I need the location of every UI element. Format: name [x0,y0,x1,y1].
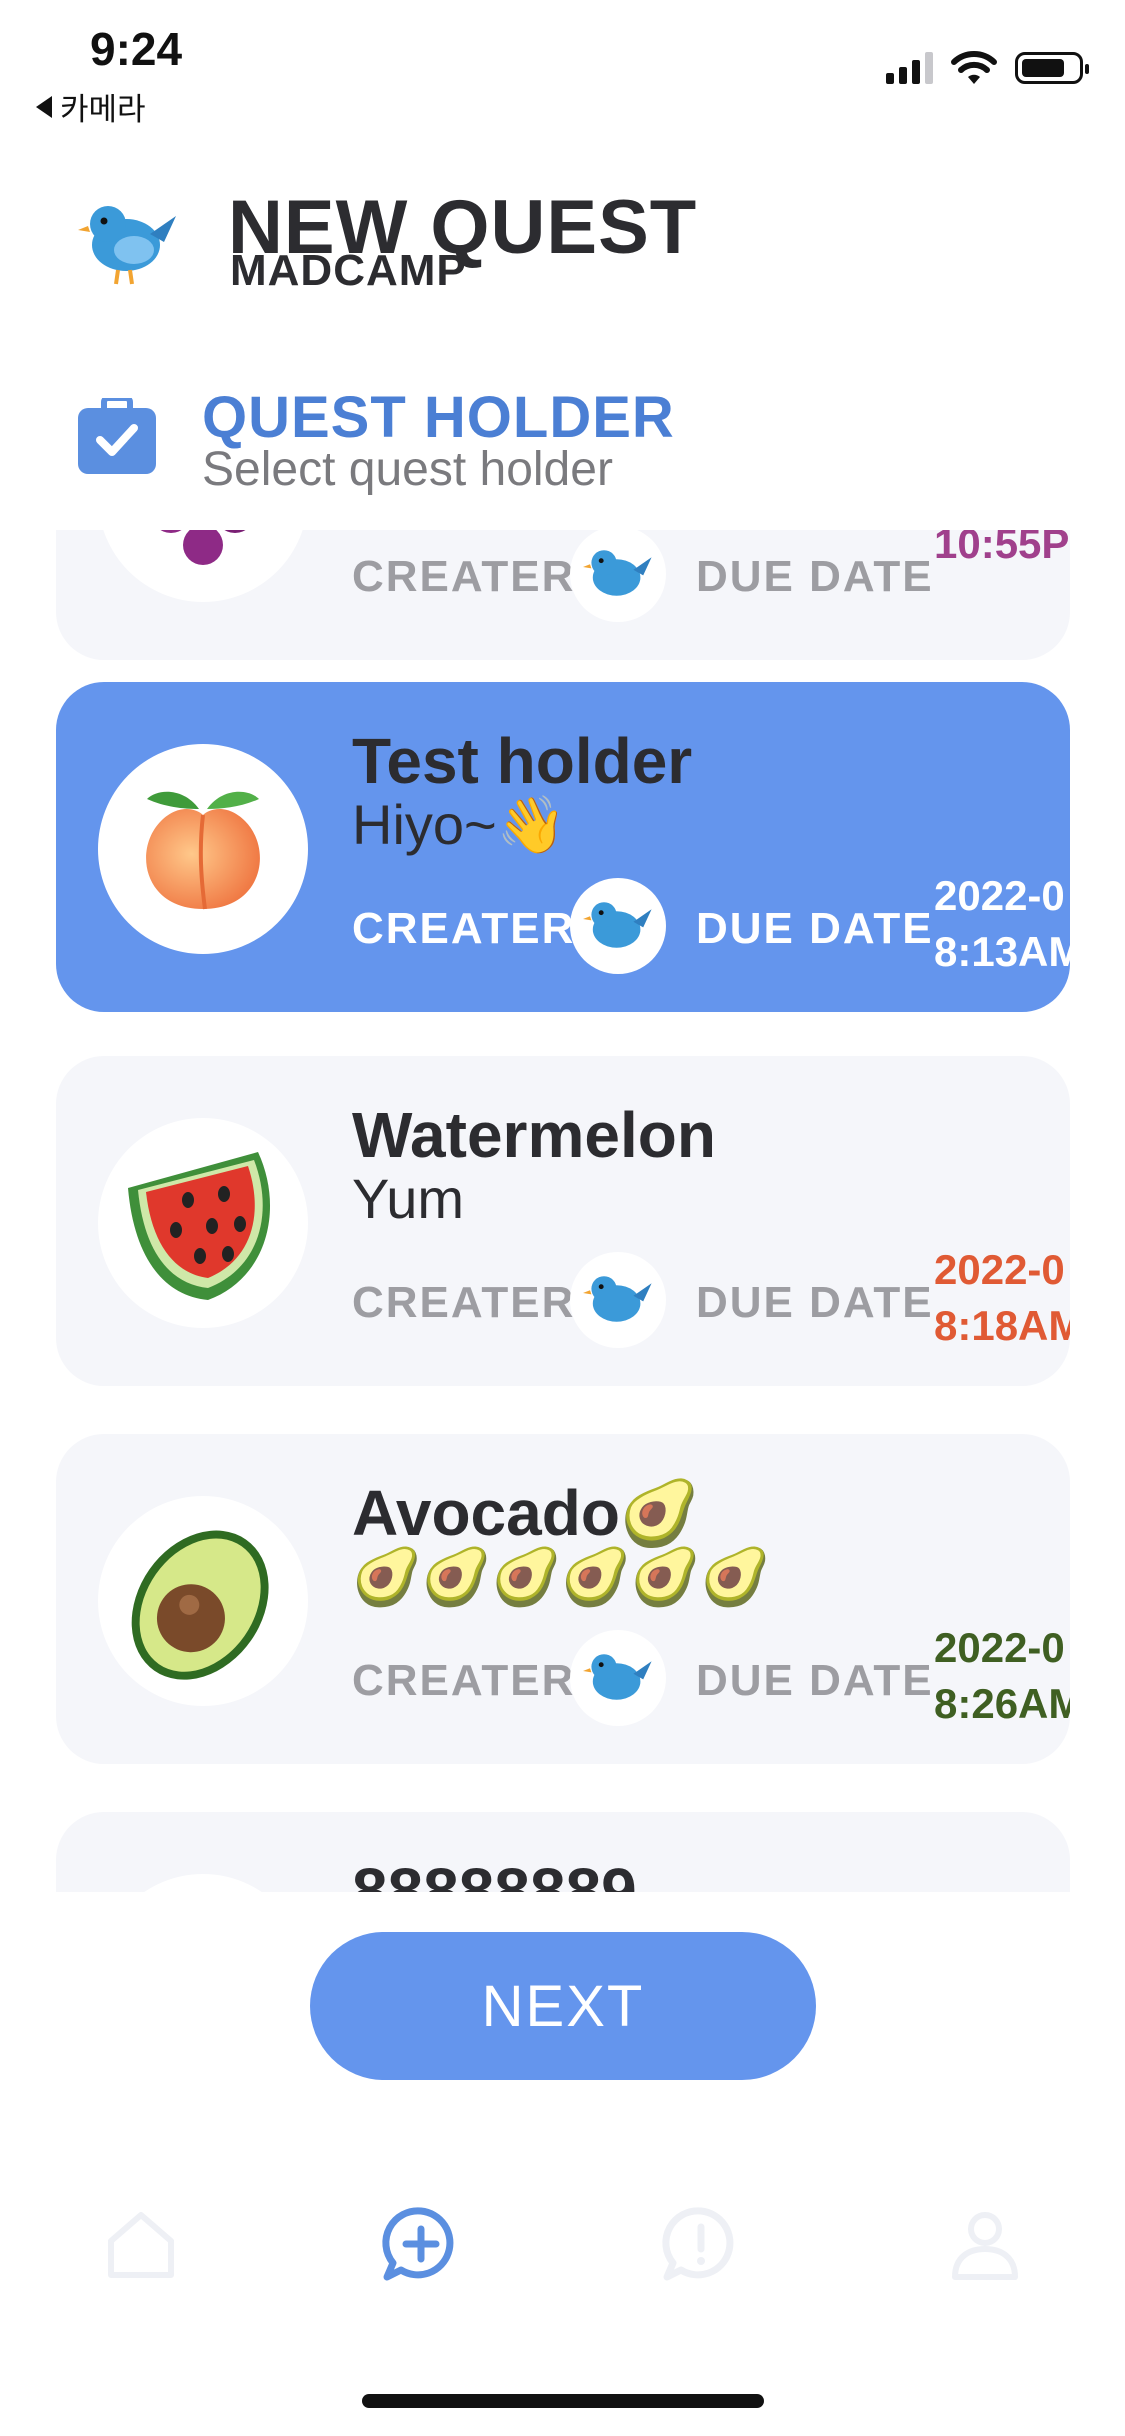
back-to-camera-link[interactable]: 카메라 [36,84,146,129]
holder-emoji-icon [98,1874,308,1892]
peach-icon [98,744,308,954]
holder-description: Yum [352,1167,465,1230]
watermelon-icon [98,1118,308,1328]
app-subtitle: MADCAMP [230,246,467,295]
status-time: 9:24 [90,23,183,75]
due-date-value: 2022-0 8:18AM [934,1246,1070,1349]
next-button[interactable]: NEXT [310,1932,816,2080]
creater-label: CREATER [352,552,576,601]
status-indicators [886,50,1089,86]
holder-card-88888889[interactable]: 88888889 [56,1812,1070,1892]
holder-card-watermelon[interactable]: Watermelon Yum CREATER DUE DATE 2022-0 8… [56,1056,1070,1386]
due-date-label: DUE DATE [696,1278,934,1327]
creator-bird-icon [570,1252,666,1348]
tab-profile[interactable] [940,2200,1030,2290]
holder-title: 88888889 [352,1855,637,1892]
wifi-icon [951,51,997,84]
due-date-label: DUE DATE [696,552,934,601]
creator-bird-icon [570,1630,666,1726]
due-date-value: 2022-0 8:13AM [934,872,1070,975]
holder-title: Watermelon [352,1099,716,1171]
bird-logo-icon [78,190,178,295]
add-quest-icon [382,2207,454,2281]
battery-icon [1015,52,1089,84]
briefcase-check-icon [78,395,156,479]
section-title: QUEST HOLDER [202,385,675,450]
creater-label: CREATER [352,904,576,953]
new-quest-screen: 9:24 카메라 NEW QUEST MADCAMP QUEST HOLDER … [0,0,1125,2436]
holder-title: Test holder [352,725,693,797]
holder-card-avocado[interactable]: Avocado🥑 🥑🥑🥑🥑🥑🥑 CREATER DUE DATE 2022-0 … [56,1434,1070,1764]
tab-home[interactable] [96,2200,186,2290]
creater-label: CREATER [352,1278,576,1327]
holder-title: Avocado🥑 [352,1477,700,1549]
due-date-label: DUE DATE [696,904,934,953]
creator-bird-icon [570,878,666,974]
creater-label: CREATER [352,1656,576,1705]
holder-card-grape[interactable]: CREATER DUE DATE 10:55P [56,530,1070,660]
holder-description: 🥑🥑🥑🥑🥑🥑 [352,1545,771,1608]
cellular-signal-icon [886,52,933,84]
holder-list[interactable]: CREATER DUE DATE 10:55P Test holder Hiyo… [0,530,1125,1892]
due-date-value: 10:55P [934,530,1070,567]
holder-description: Hiyo~👋 [352,793,567,856]
back-arrow-icon [36,95,52,118]
home-icon [108,2212,174,2278]
tab-add-quest[interactable] [376,2200,466,2290]
avocado-icon [98,1496,308,1706]
creator-bird-icon [570,530,666,622]
tab-chat[interactable] [656,2200,746,2290]
home-indicator[interactable] [362,2394,764,2408]
section-subtitle: Select quest holder [202,443,613,496]
back-label: 카메라 [60,92,146,127]
due-date-value: 2022-0 8:26AM [934,1624,1070,1727]
chat-icon [662,2207,734,2281]
profile-icon [952,2212,1018,2280]
holder-card-test-holder[interactable]: Test holder Hiyo~👋 CREATER DUE DATE 2022… [56,682,1070,1012]
grape-icon [98,530,308,602]
due-date-label: DUE DATE [696,1656,934,1705]
